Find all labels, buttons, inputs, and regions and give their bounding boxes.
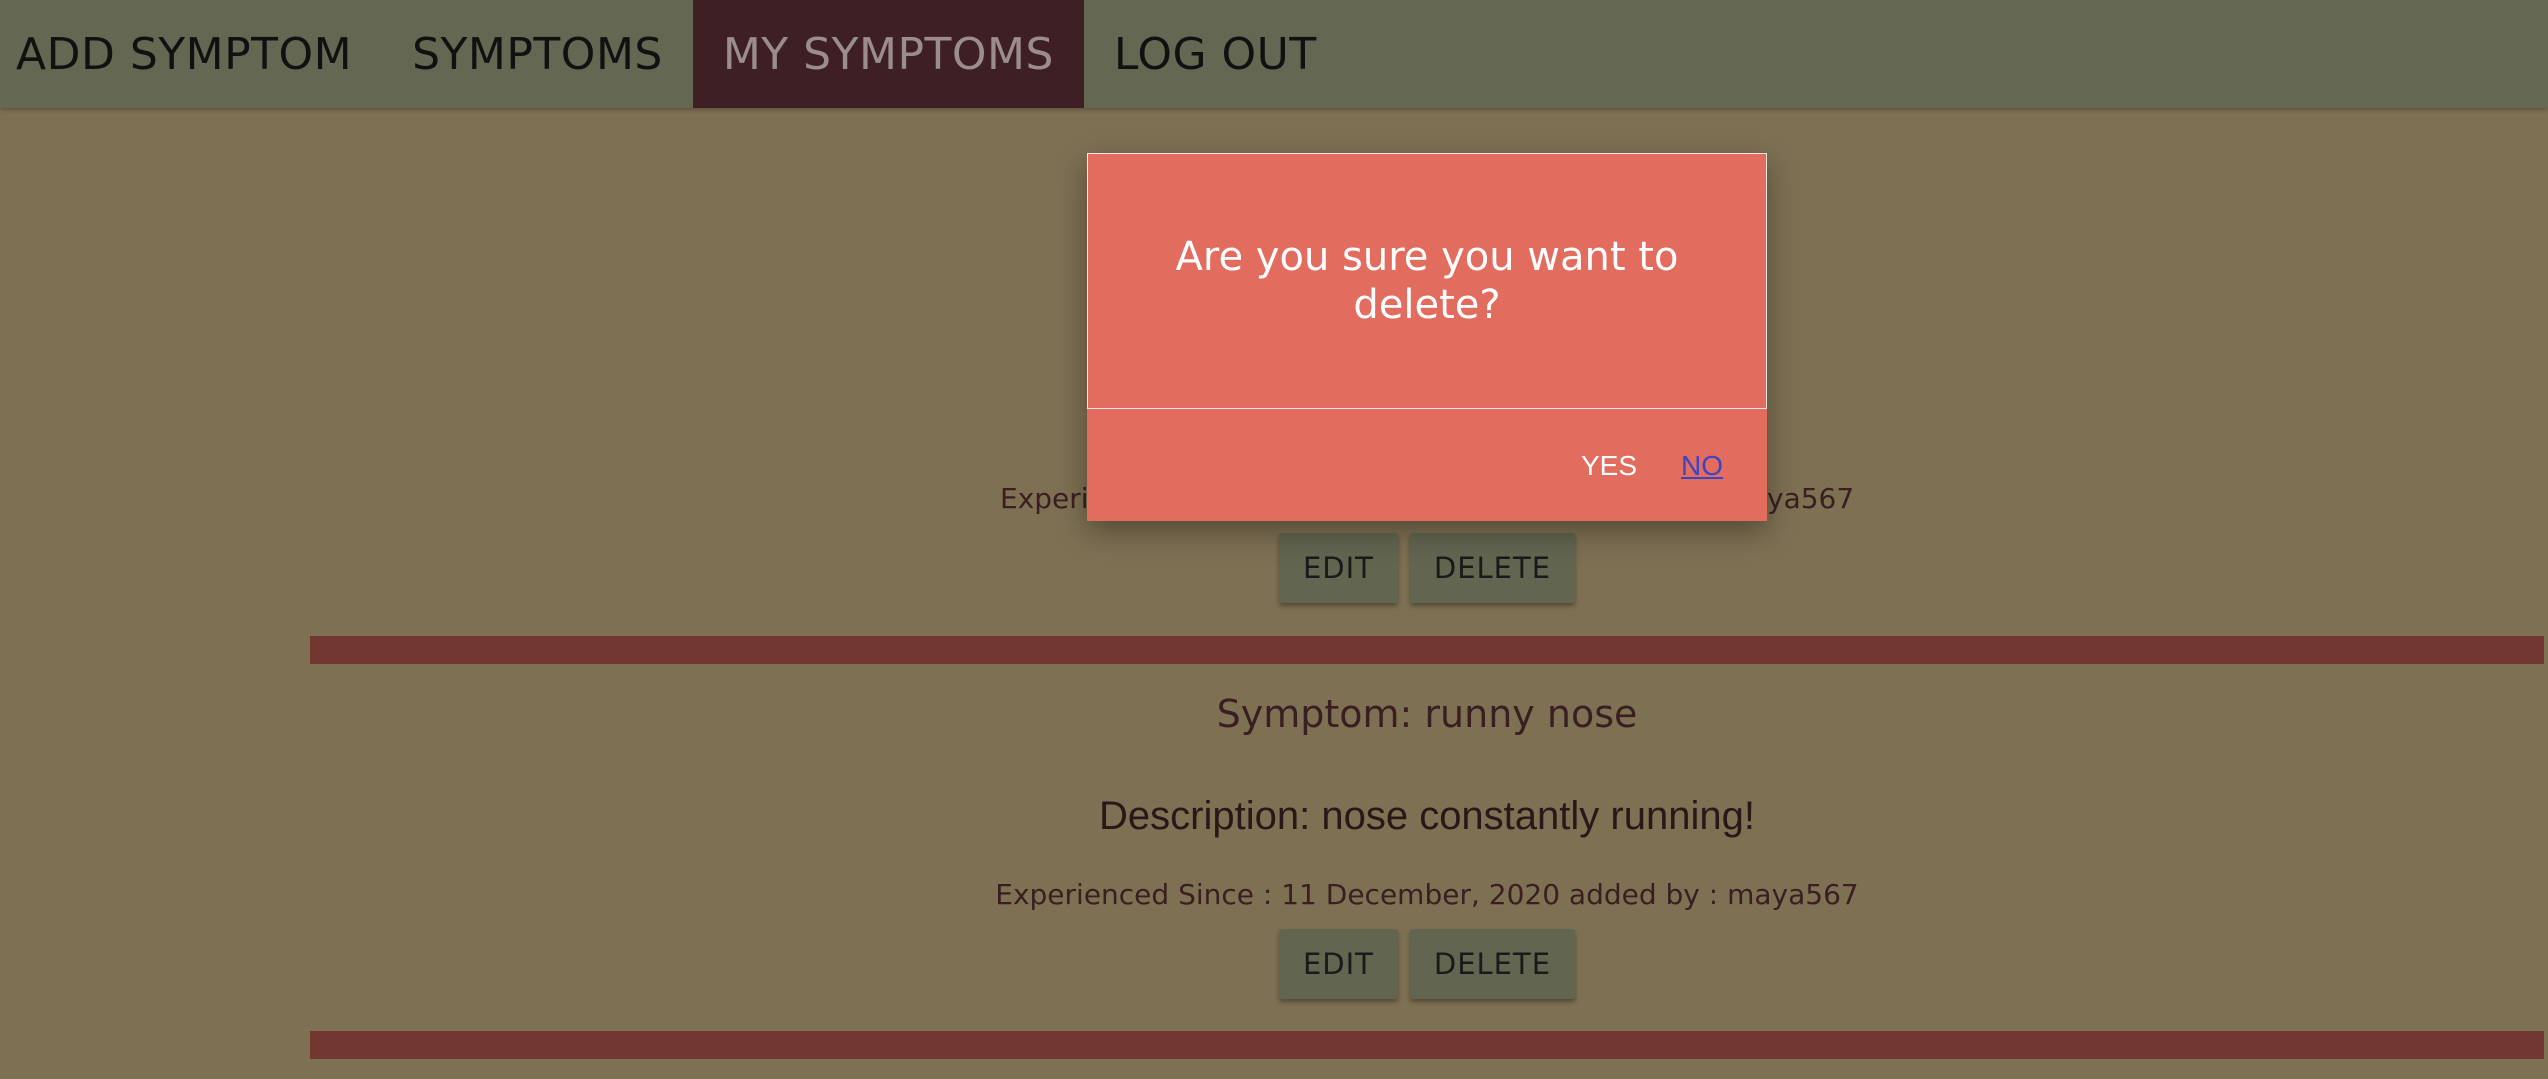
entry-divider: [310, 1031, 2544, 1059]
entry-divider: [310, 636, 2544, 664]
symptom-meta: Experienced Since : 11 December, 2020 ad…: [995, 878, 1859, 911]
symptom-entry-actions: EDIT DELETE: [310, 533, 2544, 603]
nav-my-symptoms[interactable]: MY SYMPTOMS: [692, 0, 1084, 108]
symptom-meta-partial-right: ya567: [1767, 482, 1855, 515]
nav-log-out[interactable]: LOG OUT: [1084, 0, 1347, 108]
nav-symptoms[interactable]: SYMPTOMS: [382, 0, 693, 108]
delete-button[interactable]: DELETE: [1409, 929, 1576, 999]
no-button[interactable]: NO: [1659, 442, 1745, 490]
delete-confirm-dialog: Are you sure you want to delete? YES NO: [1087, 153, 1767, 521]
symptom-entry: Symptom: runny nose: [310, 692, 2544, 736]
top-navbar: ADD SYMPTOM SYMPTOMS MY SYMPTOMS LOG OUT: [0, 0, 2548, 108]
symptom-title: Symptom: runny nose: [1216, 692, 1638, 736]
symptom-description-row: Description: nose constantly running!: [310, 794, 2544, 839]
yes-button[interactable]: YES: [1559, 442, 1659, 490]
dialog-footer: YES NO: [1087, 411, 1767, 521]
dialog-message: Are you sure you want to delete?: [1175, 234, 1679, 328]
edit-button[interactable]: EDIT: [1278, 929, 1398, 999]
nav-add-symptom[interactable]: ADD SYMPTOM: [0, 0, 382, 108]
dialog-content: Are you sure you want to delete?: [1087, 153, 1767, 409]
symptom-entry-actions: EDIT DELETE: [310, 929, 2544, 999]
edit-button[interactable]: EDIT: [1278, 533, 1398, 603]
delete-button[interactable]: DELETE: [1409, 533, 1576, 603]
symptom-meta-partial-left: Experi: [1000, 482, 1089, 515]
symptom-meta-row: Experienced Since : 11 December, 2020 ad…: [310, 878, 2544, 911]
symptom-description: Description: nose constantly running!: [1099, 794, 1755, 838]
